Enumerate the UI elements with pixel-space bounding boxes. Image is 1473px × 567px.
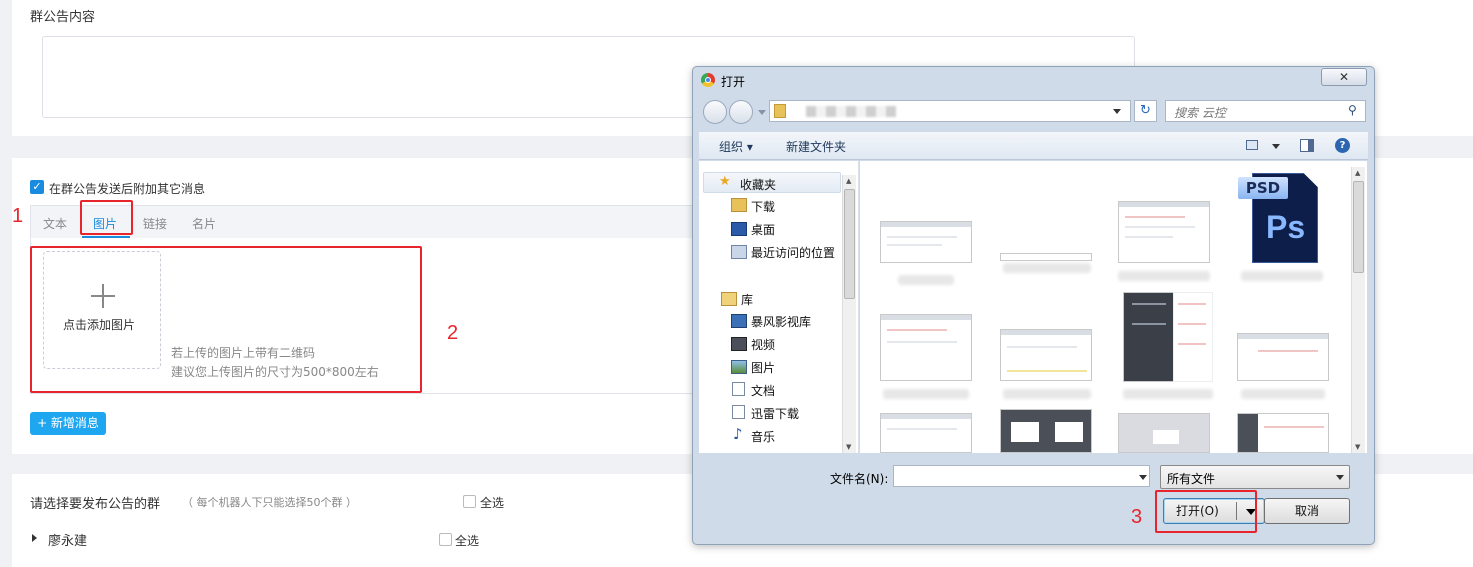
add-message-button[interactable]: + 新增消息 xyxy=(30,412,106,435)
psd-file-icon[interactable]: PSD Ps xyxy=(1238,173,1324,263)
file-thumbnail[interactable] xyxy=(1123,292,1175,382)
select-all-checkbox[interactable] xyxy=(463,495,476,508)
owner-name: 廖永建 xyxy=(48,534,88,549)
new-folder-button[interactable]: 新建文件夹 xyxy=(786,138,846,155)
nav-music[interactable]: 音乐 xyxy=(751,428,775,445)
cancel-button[interactable]: 取消 xyxy=(1264,498,1350,524)
owner-select-all-checkbox[interactable] xyxy=(439,533,452,546)
ps-label: Ps xyxy=(1266,209,1306,245)
nav-library[interactable]: 库 xyxy=(741,291,753,308)
tab-link[interactable]: 链接 xyxy=(143,215,167,232)
nav-downloads[interactable]: 下载 xyxy=(751,198,775,215)
file-thumbnail[interactable] xyxy=(880,314,972,381)
organize-menu[interactable]: 组织 ▾ xyxy=(719,138,753,155)
file-thumbnail[interactable] xyxy=(1000,409,1092,453)
annotation-step-2: 2 xyxy=(447,322,459,344)
groups-limit-note: （ 每个机器人下只能选择50个群 ） xyxy=(182,496,357,509)
file-name-blurred xyxy=(1003,263,1091,273)
annotation-box-tab xyxy=(80,200,133,235)
folder-icon xyxy=(774,104,786,118)
forward-button[interactable] xyxy=(729,100,753,124)
open-file-dialog: 打开 ✕ ↻ 搜索 云控 ⚲ 组织 ▾ 新建文件夹 ? ★ 收藏夹 下载 桌面 … xyxy=(692,66,1375,545)
file-name-blurred xyxy=(1241,271,1323,281)
file-name-blurred xyxy=(1241,389,1325,399)
file-name-blurred xyxy=(1118,271,1210,281)
nav-videos[interactable]: 视频 xyxy=(751,336,775,353)
file-thumbnail[interactable] xyxy=(1118,201,1210,263)
file-thumbnail[interactable] xyxy=(1237,413,1329,453)
nav-baofeng-library[interactable]: 暴风影视库 xyxy=(751,313,811,330)
nav-scrollbar[interactable]: ▲ ▼ xyxy=(842,175,856,453)
documents-library-icon xyxy=(732,382,745,396)
file-thumbnail[interactable] xyxy=(880,413,972,453)
file-thumbnail[interactable] xyxy=(1118,413,1210,453)
view-icon[interactable] xyxy=(1246,140,1258,150)
nav-favorites[interactable]: 收藏夹 xyxy=(740,176,776,193)
annotation-step-3: 3 xyxy=(1131,506,1143,528)
nav-desktop[interactable]: 桌面 xyxy=(751,221,775,238)
view-dropdown-icon[interactable] xyxy=(1272,144,1280,149)
search-icon: ⚲ xyxy=(1348,103,1357,117)
expand-triangle-icon[interactable] xyxy=(32,534,37,542)
dialog-title: 打开 xyxy=(721,75,746,89)
filetype-select[interactable]: 所有文件 xyxy=(1160,465,1350,489)
filetype-dropdown-icon xyxy=(1336,475,1344,480)
tab-card[interactable]: 名片 xyxy=(192,215,216,232)
file-name-blurred xyxy=(1123,389,1213,399)
baofeng-library-icon xyxy=(731,314,747,328)
pictures-library-icon xyxy=(731,360,747,374)
select-all-label: 全选 xyxy=(480,496,505,510)
file-thumbnail[interactable] xyxy=(880,221,972,263)
filetype-value: 所有文件 xyxy=(1167,472,1216,486)
file-name-blurred xyxy=(1003,389,1091,399)
star-icon: ★ xyxy=(719,174,731,189)
address-bar[interactable] xyxy=(769,100,1131,122)
filename-input[interactable] xyxy=(893,465,1150,487)
thunder-download-icon xyxy=(732,405,745,419)
groups-title: 请选择要发布公告的群 xyxy=(30,497,161,512)
tab-text[interactable]: 文本 xyxy=(43,215,67,232)
close-icon: ✕ xyxy=(1338,70,1350,84)
file-thumbnail[interactable] xyxy=(1173,292,1213,382)
library-icon xyxy=(721,292,737,306)
file-thumbnail[interactable] xyxy=(1000,329,1092,381)
file-thumbnail[interactable] xyxy=(1237,333,1329,381)
owner-select-all-label: 全选 xyxy=(455,534,480,548)
back-button[interactable] xyxy=(703,100,727,124)
announcement-content-label: 群公告内容 xyxy=(30,10,96,25)
search-placeholder: 搜索 云控 xyxy=(1174,106,1226,120)
downloads-folder-icon xyxy=(731,198,747,212)
psd-label: PSD xyxy=(1238,177,1288,199)
annotation-box-open xyxy=(1155,490,1257,533)
nav-recent-places[interactable]: 最近访问的位置 xyxy=(751,244,835,261)
file-name-blurred xyxy=(898,275,954,285)
attach-checkbox-label: 在群公告发送后附加其它消息 xyxy=(49,182,206,196)
address-dropdown-icon[interactable] xyxy=(1113,109,1121,114)
file-name-blurred xyxy=(883,389,969,399)
video-library-icon xyxy=(731,337,747,351)
path-segment-blurred xyxy=(806,106,896,117)
help-icon[interactable]: ? xyxy=(1335,138,1350,153)
refresh-button[interactable]: ↻ xyxy=(1134,100,1157,122)
chrome-icon xyxy=(701,73,715,87)
nav-documents[interactable]: 文档 xyxy=(751,382,775,399)
filename-dropdown-icon[interactable] xyxy=(1139,475,1147,480)
nav-thunder-downloads[interactable]: 迅雷下载 xyxy=(751,405,799,422)
recent-places-icon xyxy=(731,245,747,259)
history-dropdown-icon[interactable] xyxy=(758,110,766,115)
close-button[interactable]: ✕ xyxy=(1321,68,1367,86)
attach-checkbox[interactable]: ✓ xyxy=(30,180,44,194)
annotation-step-1: 1 xyxy=(12,205,24,227)
filename-label: 文件名(N): xyxy=(830,472,889,486)
nav-pictures[interactable]: 图片 xyxy=(751,359,775,376)
file-thumbnail[interactable] xyxy=(1000,253,1092,261)
music-library-icon: ♪ xyxy=(733,425,743,443)
file-scrollbar[interactable]: ▲ ▼ xyxy=(1351,167,1365,453)
preview-pane-icon[interactable] xyxy=(1300,139,1314,152)
search-box[interactable]: 搜索 云控 ⚲ xyxy=(1165,100,1366,122)
annotation-box-upload xyxy=(30,246,422,393)
desktop-icon xyxy=(731,222,747,236)
